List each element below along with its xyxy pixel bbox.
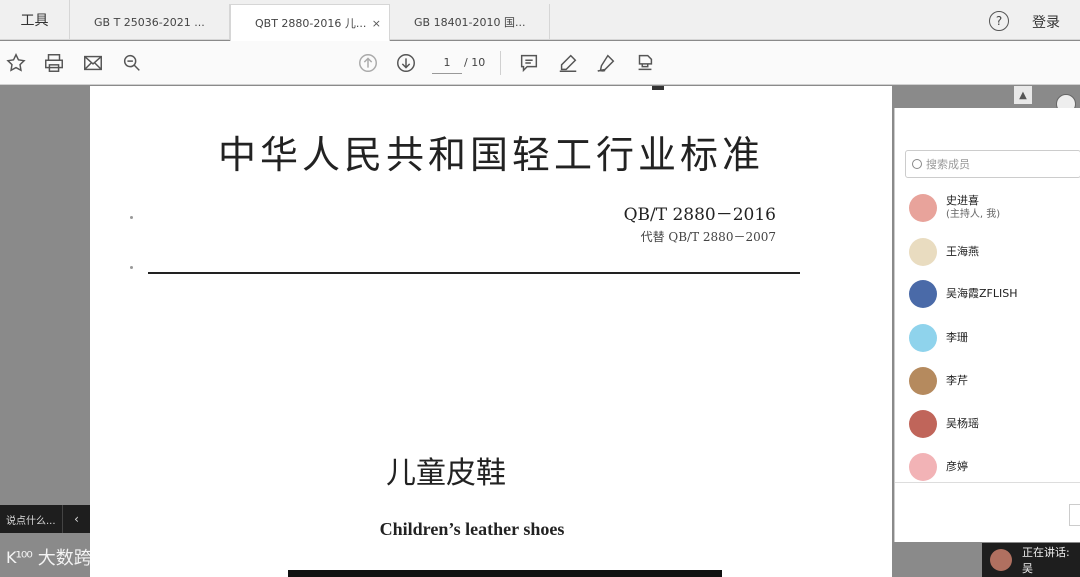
watermark-logo: K¹⁰⁰	[6, 547, 33, 567]
member-item[interactable]: 史进喜 (主持人, 我)	[909, 192, 1079, 224]
member-item[interactable]: 李芹	[909, 365, 1079, 397]
star-icon[interactable]	[4, 51, 28, 75]
tab-label: QBT 2880-2016 儿...	[255, 17, 367, 30]
login-button[interactable]: 登录	[1032, 12, 1060, 32]
member-name: 王海燕	[946, 245, 979, 258]
stamp-icon[interactable]	[633, 51, 657, 75]
watermark-text: 大数跨境	[37, 548, 110, 569]
search-placeholder: 搜索成员	[926, 158, 970, 171]
member-name: 吴杨瑶	[946, 417, 979, 430]
member-search-input[interactable]: 搜索成员	[905, 150, 1080, 178]
tab-gb-18401[interactable]: GB 18401-2010 国...	[390, 4, 550, 40]
page-up-icon[interactable]	[356, 51, 380, 75]
chat-input-bar[interactable]: 说点什么... ‹	[0, 505, 90, 533]
close-tab-icon[interactable]: ×	[372, 17, 381, 30]
member-name: 李珊	[946, 331, 968, 344]
page-total: / 10	[464, 56, 486, 69]
member-name: 吴海霞ZFLISH	[946, 287, 1018, 300]
member-name: 彦婷	[946, 460, 968, 473]
panel-divider	[895, 482, 1080, 483]
tab-bar: 工具 GB T 25036-2021 ... QBT 2880-2016 儿..…	[0, 0, 1080, 41]
member-item[interactable]: 吴海霞ZFLISH	[909, 278, 1079, 310]
member-item[interactable]: 吴杨瑶	[909, 408, 1079, 440]
avatar	[909, 280, 937, 308]
page-number-input[interactable]: 1	[432, 52, 462, 74]
page-down-icon[interactable]	[394, 51, 418, 75]
panel-action-button[interactable]	[1069, 504, 1080, 526]
print-icon[interactable]	[42, 51, 66, 75]
standard-name-cn: 儿童皮鞋	[386, 456, 506, 491]
speaking-indicator: 正在讲话: 吴	[982, 543, 1080, 577]
member-role: (主持人, 我)	[946, 209, 1001, 220]
member-panel: 搜索成员 史进喜 (主持人, 我) 王海燕 吴海霞ZFLISH 李珊 李芹 吴杨…	[894, 108, 1080, 542]
chat-placeholder: 说点什么...	[6, 515, 56, 527]
avatar	[909, 238, 937, 266]
document-page: 中华人民共和国轻工行业标准 QB/T 2880－2016 代替 QB/T 288…	[90, 86, 892, 577]
search-icon	[912, 159, 922, 169]
scroll-up-icon[interactable]: ▲	[1014, 86, 1032, 104]
highlight-icon[interactable]	[556, 51, 580, 75]
avatar	[909, 367, 937, 395]
tools-tab[interactable]: 工具	[0, 0, 70, 40]
avatar	[909, 453, 937, 481]
mail-icon[interactable]	[81, 51, 105, 75]
avatar	[909, 194, 937, 222]
tab-qbt-2880[interactable]: QBT 2880-2016 儿... ×	[230, 4, 390, 41]
header-rule	[148, 272, 800, 274]
collapse-icon[interactable]: ‹	[62, 505, 90, 533]
tab-gb-t-25036[interactable]: GB T 25036-2021 ...	[70, 4, 230, 40]
zoom-icon[interactable]	[120, 51, 144, 75]
page-bottom-bar	[288, 570, 722, 577]
tab-label: GB T 25036-2021 ...	[94, 15, 205, 29]
member-name: 李芹	[946, 374, 968, 387]
replaces-code: 代替 QB/T 2880－2007	[640, 230, 776, 244]
avatar	[909, 324, 937, 352]
member-item[interactable]: 彦婷	[909, 451, 1079, 483]
margin-dot	[130, 216, 133, 219]
toolbar: 1 / 10	[0, 41, 1080, 85]
member-item[interactable]: 李珊	[909, 322, 1079, 354]
member-item[interactable]: 王海燕	[909, 236, 1079, 268]
member-name: 史进喜	[946, 194, 979, 207]
margin-dot	[130, 266, 133, 269]
page-mark	[652, 86, 664, 90]
avatar	[909, 410, 937, 438]
sign-icon[interactable]	[594, 51, 618, 75]
comment-icon[interactable]	[517, 51, 541, 75]
document-title: 中华人民共和国轻工行业标准	[217, 133, 764, 177]
speaking-text: 正在讲话: 吴	[1022, 546, 1070, 575]
tab-label: GB 18401-2010 国...	[414, 16, 526, 29]
standard-code: QB/T 2880－2016	[623, 205, 776, 225]
watermark: K¹⁰⁰ 大数跨境	[6, 544, 110, 570]
toolbar-divider	[500, 51, 501, 75]
speaker-avatar	[990, 549, 1012, 571]
standard-name-en: Children’s leather shoes	[379, 519, 565, 539]
help-icon[interactable]: ?	[989, 11, 1009, 31]
